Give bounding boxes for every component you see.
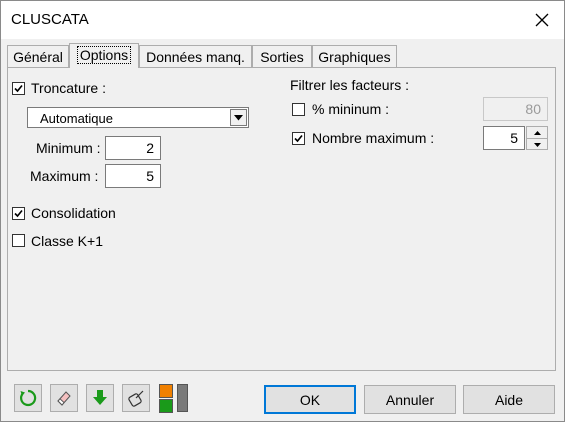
nombre-max-spinner[interactable] [526, 126, 548, 150]
nombre-max-input[interactable]: 5 [483, 126, 525, 150]
color-bar[interactable] [177, 384, 188, 412]
consolidation-label: Consolidation [31, 205, 116, 221]
nombre-max-label: Nombre maximum : [312, 130, 435, 146]
pct-minimum-input[interactable]: 80 [483, 97, 548, 121]
reset-icon [20, 389, 37, 407]
check-icon [14, 209, 23, 218]
check-icon [294, 134, 303, 143]
tab-graphiques[interactable]: Graphiques [312, 45, 397, 67]
chevron-down-icon [234, 114, 243, 120]
green-swatch [159, 399, 173, 413]
orange-swatch [159, 384, 173, 398]
classe-k1-label: Classe K+1 [31, 233, 103, 249]
help-button[interactable]: Aide [463, 385, 555, 414]
troncature-mode-value: Automatique [40, 111, 113, 126]
caret-down-icon [533, 142, 541, 147]
minimum-input[interactable]: 2 [105, 136, 161, 160]
down-arrow-icon [93, 390, 107, 405]
tab-sorties[interactable]: Sorties [252, 45, 312, 67]
check-icon [14, 84, 23, 93]
classe-k1-checkbox[interactable] [12, 234, 25, 247]
close-icon [535, 13, 549, 27]
minimum-label: Minimum : [36, 140, 101, 156]
dropdown-arrow[interactable] [230, 109, 247, 126]
troncature-label: Troncature : [31, 80, 106, 96]
spin-up-button[interactable] [527, 127, 547, 138]
tab-options[interactable]: Options [69, 43, 139, 68]
troncature-checkbox[interactable] [12, 82, 25, 95]
pct-minimum-checkbox[interactable] [292, 103, 305, 116]
troncature-mode-select[interactable]: Automatique [27, 107, 249, 128]
select-icon [128, 390, 144, 407]
ok-button[interactable]: OK [264, 385, 356, 414]
nombre-max-checkbox[interactable] [292, 132, 305, 145]
close-button[interactable] [520, 1, 564, 39]
maximum-input[interactable]: 5 [105, 164, 161, 188]
select-button[interactable] [122, 384, 150, 412]
options-panel: Troncature : Automatique Minimum : 2 Max… [7, 67, 556, 371]
maximum-label: Maximum : [30, 168, 99, 184]
clear-button[interactable] [50, 384, 78, 412]
pct-minimum-label: % mininum : [312, 101, 390, 117]
window-title: CLUSCATA [11, 11, 89, 28]
down-button[interactable] [86, 384, 114, 412]
title-bar: CLUSCATA [1, 1, 564, 39]
caret-up-icon [533, 130, 541, 135]
consolidation-checkbox[interactable] [12, 207, 25, 220]
tab-donnees-manq[interactable]: Données manq. [139, 45, 252, 67]
cancel-button[interactable]: Annuler [364, 385, 456, 414]
eraser-icon [57, 391, 71, 406]
filter-title: Filtrer les facteurs : [290, 77, 410, 93]
spin-down-button[interactable] [527, 138, 547, 150]
color-swatch-icon[interactable] [159, 384, 173, 413]
dialog-window: CLUSCATA Général Options Données manq. S… [0, 0, 565, 422]
reset-button[interactable] [14, 384, 42, 412]
tab-general[interactable]: Général [7, 45, 69, 67]
